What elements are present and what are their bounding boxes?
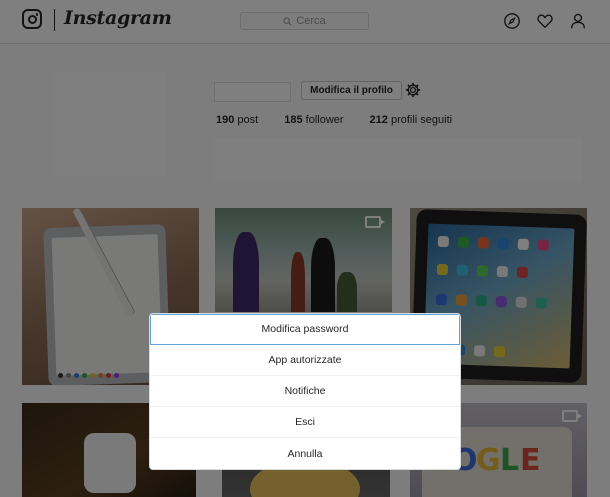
logout-button[interactable]: Esci	[150, 407, 460, 438]
notifications-button[interactable]: Notifiche	[150, 376, 460, 407]
cancel-button[interactable]: Annulla	[150, 438, 460, 469]
authorized-apps-button[interactable]: App autorizzate	[150, 345, 460, 376]
settings-menu-dialog: Modifica password App autorizzate Notifi…	[150, 314, 460, 469]
change-password-button[interactable]: Modifica password	[150, 314, 460, 345]
